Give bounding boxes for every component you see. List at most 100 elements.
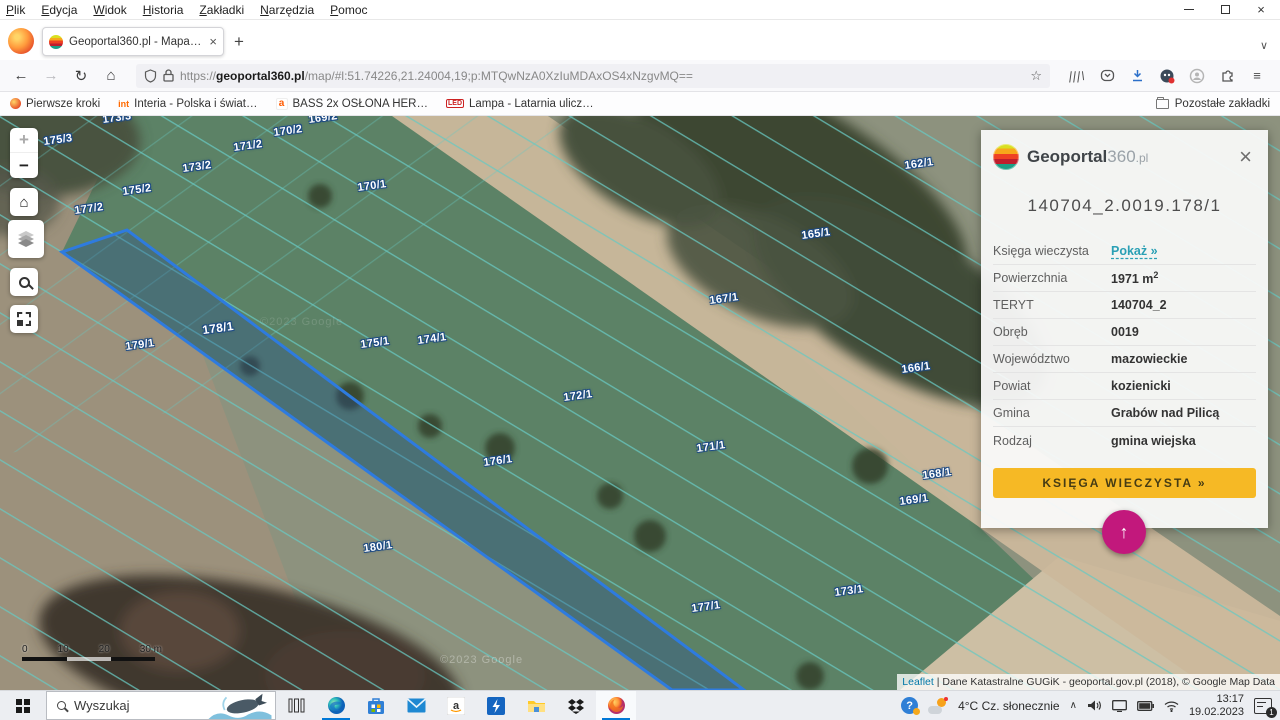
bookmark-item[interactable]: int Interia - Polska i świat… (118, 98, 257, 110)
pocket-icon[interactable] (1098, 67, 1116, 85)
taskbar-firefox-button[interactable] (596, 691, 636, 720)
parcel-label-177/1[interactable]: 177/1 (691, 599, 721, 615)
parcel-label-166/1[interactable]: 166/1 (901, 360, 931, 376)
parcel-label-179/1[interactable]: 179/1 (125, 337, 155, 353)
browser-tab[interactable]: Geoportal360.pl - Mapa Interak… × (42, 27, 224, 56)
taskbar-amazon-button[interactable]: a (436, 691, 476, 720)
taskbar-clock[interactable]: 13:17 19.02.2023 (1189, 693, 1244, 719)
menu-item-narzędzia[interactable]: Narzędzia (260, 3, 314, 17)
parcel-label-162/1[interactable]: 162/1 (904, 156, 934, 172)
bookmark-item[interactable]: a BASS 2x OSŁONA HER… (275, 97, 429, 110)
start-button[interactable] (0, 691, 46, 720)
new-tab-button[interactable]: + (234, 32, 244, 52)
leaflet-link[interactable]: Leaflet (902, 676, 934, 688)
volume-icon[interactable] (1087, 699, 1102, 712)
parcel-label-165/1[interactable]: 165/1 (801, 226, 831, 242)
help-tray-icon[interactable]: ? (901, 697, 921, 715)
layers-icon (18, 231, 34, 247)
parcel-label-175/3[interactable]: 175/3 (43, 132, 73, 148)
map-viewport[interactable]: 173/3 169/2 175/3 170/2 171/2 173/2 175/2 177/2… (0, 116, 1280, 690)
library-icon[interactable]: |||\ (1068, 67, 1087, 85)
home-button[interactable]: ⌂ (98, 67, 124, 84)
parcel-label-175/1[interactable]: 175/1 (360, 335, 390, 351)
parcel-label-169/2[interactable]: 169/2 (308, 116, 338, 126)
ksiega-wieczysta-button[interactable]: KSIĘGA WIECZYSTA » (993, 468, 1256, 498)
action-center-button[interactable]: 1 (1254, 697, 1277, 718)
parcel-label-172/1[interactable]: 172/1 (563, 388, 593, 404)
parcel-label-173/3[interactable]: 173/3 (102, 116, 132, 126)
restore-button[interactable] (1218, 4, 1232, 16)
parcel-label-174/1[interactable]: 174/1 (417, 331, 447, 347)
parcel-label-180/1[interactable]: 180/1 (363, 539, 393, 555)
parcel-label-175/2[interactable]: 175/2 (122, 182, 152, 198)
menu-icon[interactable]: ≡ (1248, 67, 1266, 85)
task-view-button[interactable] (276, 691, 316, 720)
taskbar-app-lightning-button[interactable] (476, 691, 516, 720)
parcel-label-178/1[interactable]: 178/1 (201, 319, 234, 337)
bookmark-item[interactable]: LED Lampa - Latarnia ulicz… (446, 98, 594, 110)
parcel-label-167/1[interactable]: 167/1 (709, 291, 739, 307)
panel-row-value[interactable]: Pokaż » (1111, 244, 1158, 258)
back-button[interactable]: ← (8, 67, 34, 84)
taskbar-search-box[interactable]: Wyszukaj (46, 691, 276, 720)
panel-row: Powierzchnia 1971 m2 (993, 265, 1256, 292)
taskbar-edge-button[interactable] (316, 691, 356, 720)
download-icon[interactable] (1128, 67, 1146, 85)
menu-item-zakładki[interactable]: Zakładki (199, 3, 244, 17)
scroll-top-fab[interactable]: ↑ (1102, 510, 1146, 554)
weather-widget[interactable]: 4°C Cz. słonecznie (958, 699, 1060, 713)
taskbar-mail-button[interactable] (396, 691, 436, 720)
layers-button[interactable] (8, 220, 44, 258)
map-home-button[interactable]: ⌂ (10, 188, 38, 216)
parcel-label-176/1[interactable]: 176/1 (483, 453, 513, 469)
tracking-shield-icon[interactable] (144, 68, 157, 83)
taskbar-explorer-button[interactable] (516, 691, 556, 720)
forward-button[interactable]: → (38, 67, 64, 84)
menu-item-historia[interactable]: Historia (143, 3, 184, 17)
zoom-out-button[interactable]: − (10, 153, 38, 178)
extension-icon[interactable] (1218, 67, 1236, 85)
parcel-label-173/2[interactable]: 173/2 (182, 159, 212, 175)
zoom-in-button[interactable]: + (10, 128, 38, 153)
reload-button[interactable]: ↻ (68, 67, 94, 85)
menu-item-edycja[interactable]: Edycja (41, 3, 77, 17)
taskbar-dropbox-button[interactable] (556, 691, 596, 720)
geoportal-logo-icon (993, 144, 1019, 170)
url-bar[interactable]: https://geoportal360.pl/map/#l:51.74226,… (136, 63, 1050, 88)
tray-chevron-icon[interactable]: ∧ (1070, 700, 1077, 711)
panel-close-icon[interactable]: × (1235, 146, 1256, 168)
tab-list-chevron-icon[interactable]: ∨ (1260, 39, 1276, 52)
bookmark-label: Interia - Polska i świat… (134, 97, 258, 110)
parcel-label-171/1[interactable]: 171/1 (696, 439, 726, 455)
close-button[interactable]: × (1254, 2, 1268, 17)
account-icon[interactable] (1188, 67, 1206, 85)
zoom-control: + − (10, 128, 38, 178)
wifi-icon[interactable] (1164, 700, 1179, 712)
weather-icon[interactable] (928, 696, 949, 714)
display-cast-icon[interactable] (1111, 699, 1127, 712)
scale-label: 0 (22, 644, 28, 655)
menu-item-plik[interactable]: Plik (6, 3, 25, 17)
menu-item-widok[interactable]: Widok (93, 3, 126, 17)
menu-item-pomoc[interactable]: Pomoc (330, 3, 367, 17)
tab-close-icon[interactable]: × (209, 35, 217, 48)
parcel-label-170/2[interactable]: 170/2 (273, 123, 303, 139)
parcel-label-173/1[interactable]: 173/1 (834, 583, 864, 599)
parcel-label-171/2[interactable]: 171/2 (233, 138, 263, 154)
other-bookmarks-button[interactable]: Pozostałe zakładki (1155, 96, 1270, 110)
map-search-button[interactable] (10, 268, 38, 296)
parcel-label-169/1[interactable]: 169/1 (899, 492, 929, 508)
privacy-badger-icon[interactable] (1158, 67, 1176, 85)
home-icon: ⌂ (19, 193, 29, 211)
taskbar-store-button[interactable] (356, 691, 396, 720)
battery-icon[interactable] (1136, 700, 1154, 711)
minimize-button[interactable] (1182, 4, 1196, 16)
bookmark-label: BASS 2x OSŁONA HER… (292, 97, 429, 110)
parcel-label-168/1[interactable]: 168/1 (922, 466, 952, 482)
scale-label: 10 (57, 644, 69, 655)
map-legend-button[interactable] (10, 305, 38, 333)
parcel-label-170/1[interactable]: 170/1 (357, 178, 387, 194)
parcel-label-177/2[interactable]: 177/2 (74, 201, 104, 217)
bookmark-item[interactable]: Pierwsze kroki (10, 98, 100, 110)
bookmark-star-icon[interactable]: ☆ (1030, 68, 1042, 84)
